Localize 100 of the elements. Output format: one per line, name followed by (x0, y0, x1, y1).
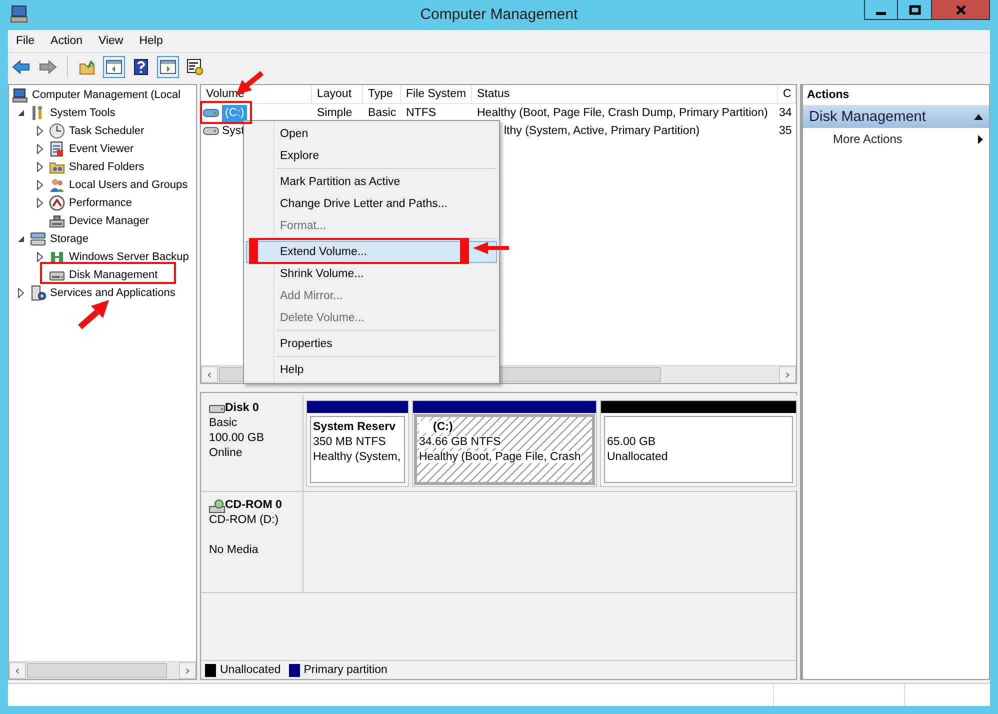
cd-drive-icon (209, 498, 225, 512)
tree-item[interactable]: Services and Applications (50, 287, 176, 299)
users-icon (49, 177, 65, 193)
table-cell-text: NTFS (406, 106, 436, 121)
tree-item[interactable]: Local Users and Groups (69, 179, 188, 191)
disk-status: No Media (209, 543, 260, 558)
partition-size: 65.00 GB (607, 436, 656, 448)
action-pane-button[interactable] (157, 56, 179, 78)
storage-icon (30, 231, 46, 247)
table-cell-text: Healthy (Boot, Page File, Crash Dump, Primary Partition) (477, 106, 768, 121)
tree-item[interactable]: Windows Server Backup (69, 251, 189, 263)
partition-name: (C:) (419, 421, 453, 433)
menu-option[interactable]: Mark Partition as Active (246, 171, 497, 193)
collapsed-arrow-icon[interactable] (37, 162, 43, 172)
table-cell-text: 35 (779, 124, 792, 139)
collapsed-arrow-icon[interactable] (37, 198, 43, 208)
table-cell-text: Basic (368, 106, 396, 121)
collapse-icon[interactable] (974, 114, 983, 120)
column-header[interactable]: File System (401, 85, 472, 103)
close-button[interactable] (932, 0, 990, 20)
partition-status: Healthy (System, (313, 451, 401, 463)
tree-item[interactable]: Disk Management (69, 269, 158, 281)
partition-status: Unallocated (607, 451, 668, 463)
right-chevron-icon (186, 666, 189, 674)
table-cell[interactable]: Syst (222, 122, 244, 140)
menu-item[interactable]: Help (131, 30, 171, 52)
column-header[interactable]: Layout (312, 85, 363, 103)
computer-icon (12, 87, 28, 103)
left-chevron-icon (16, 666, 19, 674)
partition-name: System Reserv (313, 421, 396, 433)
right-chevron-icon (786, 370, 789, 378)
computer-icon (10, 5, 28, 23)
scrollbar-thumb[interactable] (27, 663, 167, 678)
partition-status: Healthy (Boot, Page File, Crash (419, 451, 581, 463)
action-section-header[interactable]: Disk Management (803, 106, 989, 128)
column-header[interactable]: Status (472, 85, 778, 103)
tree-item[interactable]: Computer Management (Local (32, 89, 181, 101)
drive-icon (203, 108, 219, 118)
clock-icon (49, 123, 65, 139)
collapsed-arrow-icon[interactable] (37, 180, 43, 190)
tree-item[interactable]: Performance (69, 197, 132, 209)
partition-block[interactable]: System Reserv 350 MB NTFS Healthy (System, (306, 400, 409, 487)
pane-icon (160, 60, 176, 74)
legend-label: Unallocated (220, 664, 281, 676)
menu-option[interactable]: Open (246, 123, 497, 145)
minimize-icon (876, 12, 886, 14)
folder-icon (79, 59, 95, 75)
tree-item[interactable]: Task Scheduler (69, 125, 144, 137)
table-cell-text: lthy (System, Active, Primary Partition) (504, 124, 700, 139)
menu-option[interactable]: Help (246, 359, 497, 381)
gauge-icon (49, 195, 65, 211)
menu-item[interactable]: Action (42, 30, 90, 52)
collapsed-arrow-icon[interactable] (18, 288, 24, 298)
legend-label: Primary partition (304, 664, 388, 676)
partition-block[interactable]: 65.00 GB Unallocated (600, 400, 797, 487)
left-chevron-icon (208, 370, 211, 378)
collapsed-arrow-icon[interactable] (37, 252, 43, 262)
tree-item[interactable]: Device Manager (69, 215, 150, 227)
disk-name: Disk 0 (225, 401, 259, 416)
menu-option[interactable]: Shrink Volume... (246, 263, 497, 285)
column-header[interactable]: C (778, 85, 796, 103)
tree-item[interactable]: Shared Folders (69, 161, 144, 173)
collapsed-arrow-icon[interactable] (37, 144, 43, 154)
partition-size: 34.66 GB NTFS (419, 436, 501, 448)
log-icon (49, 141, 65, 157)
menu-option[interactable]: Explore (246, 145, 497, 167)
menu-item[interactable]: View (90, 30, 132, 52)
maximize-icon (908, 4, 920, 14)
console-tree-button[interactable] (103, 56, 125, 78)
services-icon (30, 285, 46, 301)
tree-item[interactable]: System Tools (50, 107, 116, 119)
tree-item[interactable]: Storage (50, 233, 89, 245)
menu-option[interactable]: Properties (246, 333, 497, 355)
table-cell-text: 34 (779, 106, 792, 121)
expanded-arrow-icon[interactable] (18, 110, 25, 116)
expanded-arrow-icon[interactable] (18, 236, 25, 242)
menu-option[interactable]: Change Drive Letter and Paths... (246, 193, 497, 215)
pane-icon (106, 60, 122, 74)
minimize-button[interactable] (864, 0, 898, 20)
disk-type: Basic (209, 416, 238, 431)
menu-item[interactable]: File (8, 30, 43, 52)
column-header[interactable]: Type (363, 85, 401, 103)
pointer-arrow (77, 298, 111, 330)
maximize-button[interactable] (898, 0, 932, 20)
highlight-box (200, 101, 252, 124)
back-arrow-icon (12, 60, 30, 74)
close-icon (954, 4, 966, 14)
disk-size: 100.00 GB (209, 432, 264, 444)
forward-arrow-icon (39, 60, 57, 74)
tree-item[interactable]: Event Viewer (69, 143, 134, 155)
properties-button[interactable] (184, 56, 206, 78)
action-link[interactable]: More Actions (803, 128, 989, 150)
disk-name: CD-ROM 0 (225, 498, 282, 513)
backup-icon (49, 249, 65, 265)
partition-size: 350 MB NTFS (313, 436, 386, 448)
properties-icon (187, 59, 203, 75)
help-icon (134, 59, 148, 75)
collapsed-arrow-icon[interactable] (37, 126, 43, 136)
window-title: Computer Management (419, 5, 579, 25)
partition-block[interactable]: (C:) 34.66 GB NTFS Healthy (Boot, Page File, Crash (412, 400, 597, 487)
